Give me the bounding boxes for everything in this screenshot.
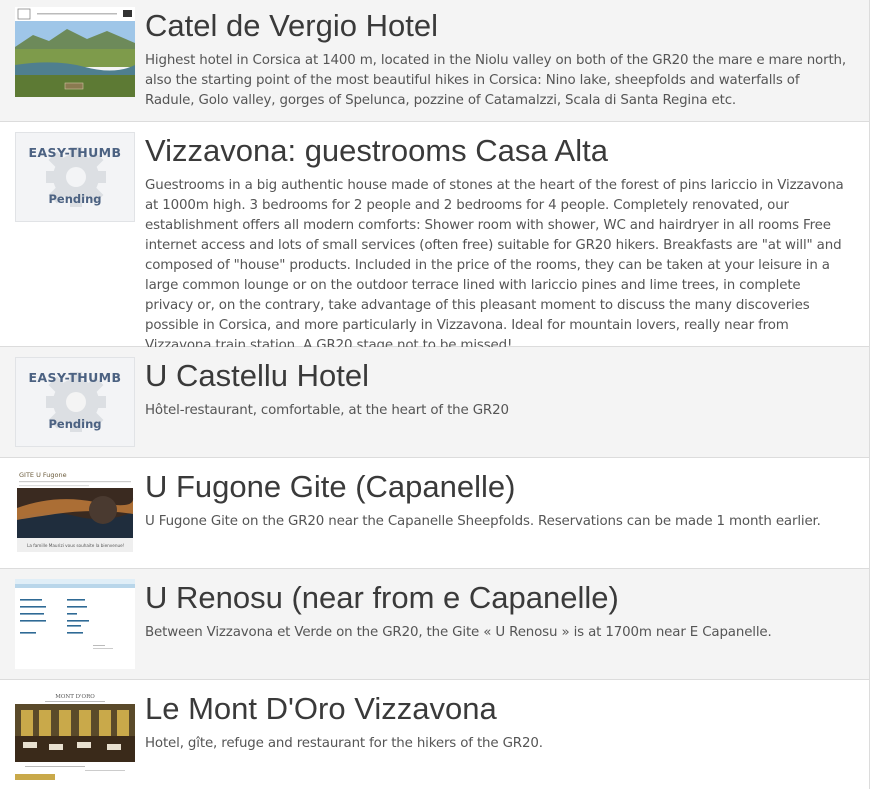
landscape-screenshot-image [15, 7, 135, 97]
fugone-brand: GITE U Fugone [19, 471, 67, 479]
thumbnail-u-renosu[interactable] [15, 579, 135, 669]
fugone-caption: La famille Maurizi vous souhaite la bien… [27, 543, 125, 548]
placeholder-subtitle: Pending [48, 192, 102, 206]
website-screenshot-image: MONT D'ORO [15, 690, 135, 780]
thumbnail-pending-u-castellu[interactable]: EASY-THUMB Pending [15, 357, 135, 447]
entry-description: U Fugone Gite on the GR20 near the Capan… [145, 514, 821, 529]
entry-description: Guestrooms in a big authentic house made… [145, 178, 844, 353]
listing-list: Catel de Vergio Hotel Highest hotel in C… [0, 0, 870, 789]
list-item-catel-de-vergio[interactable]: Catel de Vergio Hotel Highest hotel in C… [0, 0, 869, 122]
entry-title[interactable]: U Castellu Hotel [145, 359, 369, 393]
list-item-mont-doro[interactable]: MONT D'ORO Le Mont D'Oro Vizzavona Hotel… [0, 680, 869, 789]
entry-description: Hôtel-restaurant, comfortable, at the he… [145, 403, 509, 418]
entry-title[interactable]: U Renosu (near from e Capanelle) [145, 581, 619, 615]
list-item-u-castellu[interactable]: EASY-THUMB Pending U Castellu Hotel Hôte… [0, 347, 869, 458]
entry-description: Between Vizzavona et Verde on the GR20, … [145, 625, 772, 640]
thumbnail-mont-doro[interactable]: MONT D'ORO [15, 690, 135, 780]
placeholder-subtitle: Pending [48, 417, 102, 431]
list-item-casa-alta[interactable]: EASY-THUMB Pending Vizzavona: guestrooms… [0, 122, 869, 353]
thumbnail-u-fugone[interactable]: GITE U Fugone La famille Maurizi vous so… [15, 468, 135, 558]
website-screenshot-image: GITE U Fugone La famille Maurizi vous so… [15, 468, 135, 558]
montdoro-brand: MONT D'ORO [55, 694, 95, 700]
list-item-u-fugone[interactable]: GITE U Fugone La famille Maurizi vous so… [0, 458, 869, 569]
entry-title[interactable]: Le Mont D'Oro Vizzavona [145, 692, 497, 726]
entry-description: Highest hotel in Corsica at 1400 m, loca… [145, 53, 846, 108]
entry-title[interactable]: U Fugone Gite (Capanelle) [145, 470, 515, 504]
placeholder-title: EASY-THUMB [28, 145, 122, 160]
thumbnail-catel-de-vergio[interactable] [15, 7, 135, 97]
list-item-u-renosu[interactable]: U Renosu (near from e Capanelle) Between… [0, 569, 869, 680]
thumbnail-pending-casa-alta[interactable]: EASY-THUMB Pending [15, 132, 135, 222]
entry-title[interactable]: Vizzavona: guestrooms Casa Alta [145, 134, 608, 168]
entry-title[interactable]: Catel de Vergio Hotel [145, 9, 438, 43]
website-screenshot-image [15, 579, 135, 669]
entry-description: Hotel, gîte, refuge and restaurant for t… [145, 736, 543, 751]
placeholder-title: EASY-THUMB [28, 370, 122, 385]
